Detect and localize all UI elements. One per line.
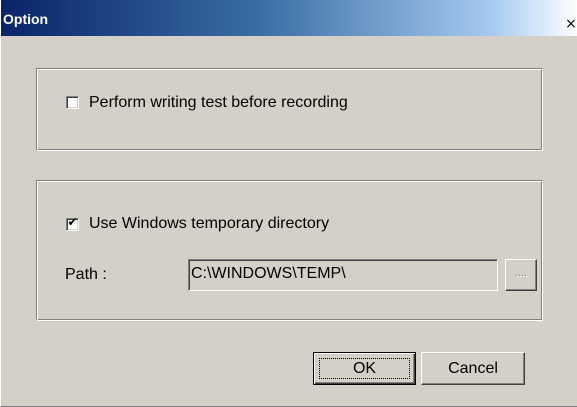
cancel-button[interactable]: Cancel xyxy=(421,352,525,385)
dialog-title: Option xyxy=(3,11,49,27)
use-windows-temp-checkbox[interactable]: ✔ xyxy=(66,215,79,231)
browse-button: .... xyxy=(505,259,537,291)
path-field: C:\WINDOWS\TEMP\ xyxy=(188,259,498,291)
cancel-button-label: Cancel xyxy=(448,360,498,377)
writing-test-label[interactable]: Perform writing test before recording xyxy=(89,94,348,112)
use-windows-temp-label[interactable]: Use Windows temporary directory xyxy=(89,215,329,233)
writing-test-checkbox[interactable] xyxy=(66,96,79,109)
temp-directory-group xyxy=(36,180,543,321)
title-bar[interactable]: Option × xyxy=(1,0,577,36)
ok-button-label: OK xyxy=(352,360,377,377)
option-dialog: Option × Perform writing test before rec… xyxy=(0,0,577,407)
check-icon: ✔ xyxy=(67,215,78,229)
close-icon[interactable]: × xyxy=(564,16,577,32)
ok-button[interactable]: OK xyxy=(313,352,416,385)
path-label: Path : xyxy=(65,266,107,283)
